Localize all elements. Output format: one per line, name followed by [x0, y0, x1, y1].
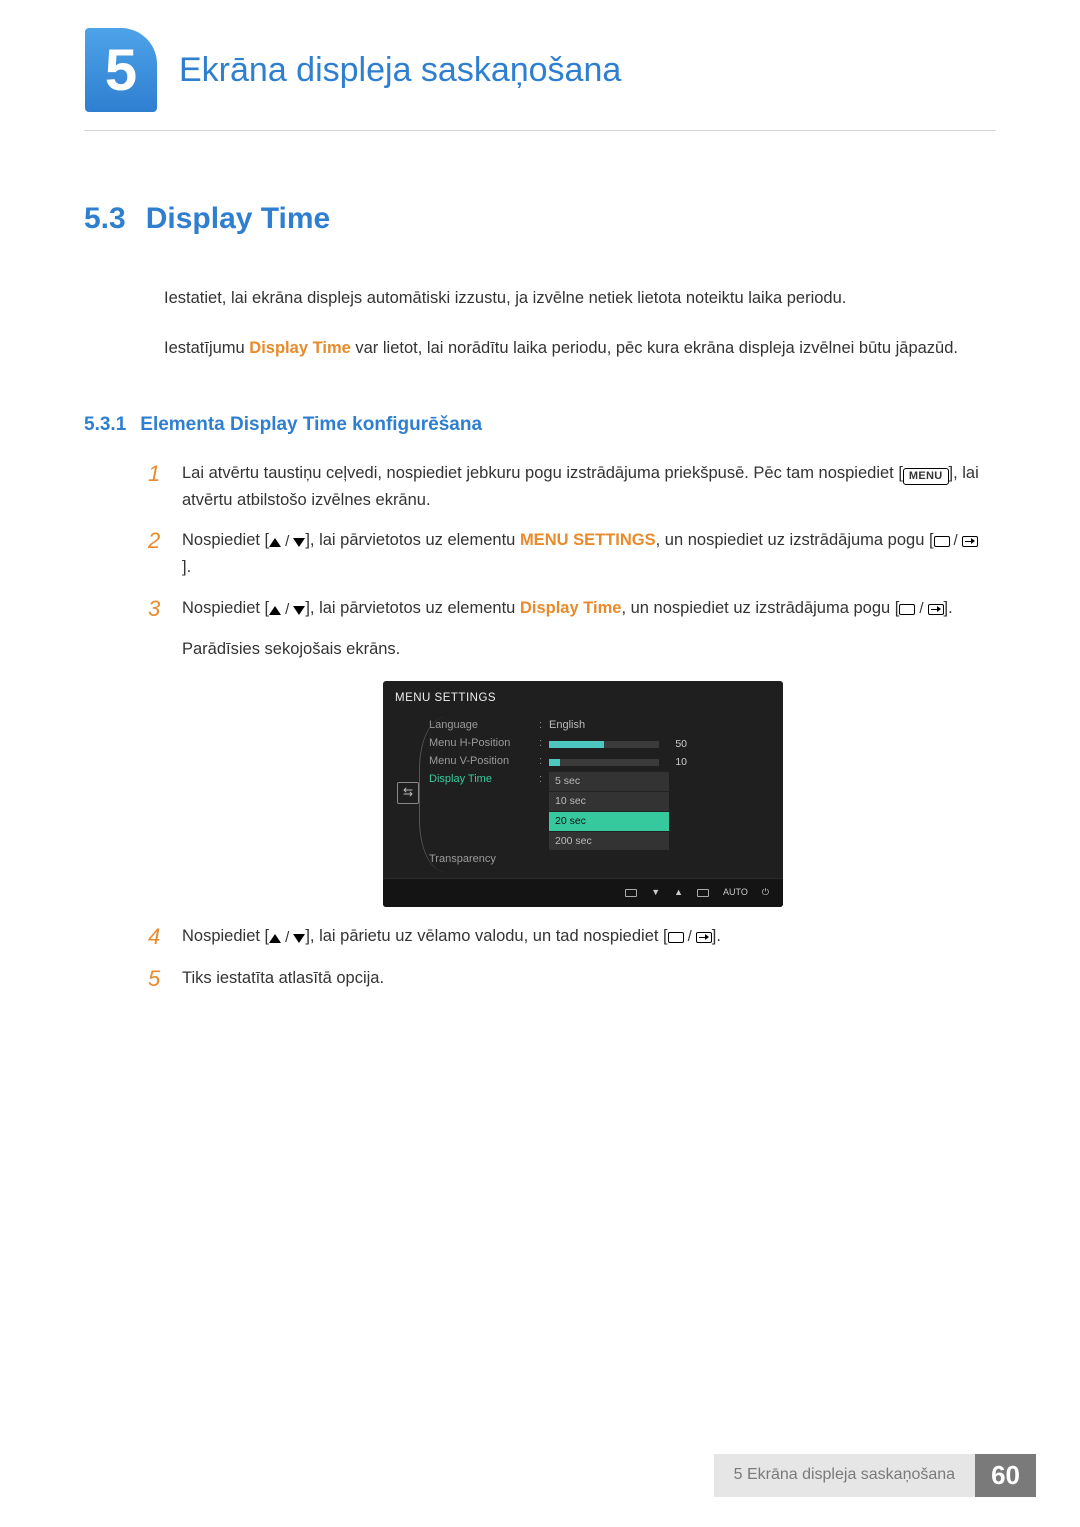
osd-slider-hpos — [549, 741, 659, 748]
osd-option-10sec: 10 sec — [549, 791, 669, 811]
step-4-text-a: Nospiediet [ — [182, 927, 269, 945]
page-header: 5 Ekrāna displeja saskaņošana — [0, 0, 1080, 112]
step-number-5: 5 — [148, 965, 182, 994]
step-2-text-d: ]. — [182, 558, 191, 576]
step-3: 3 Nospiediet [/], lai pārvietotos uz ele… — [148, 595, 984, 909]
osd-title: MENU SETTINGS — [383, 681, 783, 717]
osd-row-transparency: Transparency — [429, 850, 771, 868]
osd-footer-enter-icon — [697, 889, 709, 897]
osd-rows: Language : English Menu H-Position : 50 — [429, 717, 771, 868]
osd-screenshot: MENU SETTINGS ⇆ Language : English — [182, 681, 984, 907]
step-number-1: 1 — [148, 460, 182, 513]
osd-colon: : — [539, 717, 549, 735]
intro-paragraph-1: Iestatiet, lai ekrāna displejs automātis… — [164, 285, 984, 311]
step-1-text-a: Lai atvērtu taustiņu ceļvedi, nospiediet… — [182, 464, 903, 482]
step-5-body: Tiks iestatīta atlasītā opcija. — [182, 965, 984, 994]
osd-row-vpos: Menu V-Position : 10 — [429, 753, 771, 771]
osd-row-hpos: Menu H-Position : 50 — [429, 735, 771, 753]
step-4-text-c: ]. — [712, 927, 721, 945]
osd-panel: MENU SETTINGS ⇆ Language : English — [383, 681, 783, 907]
intro-p2-highlight: Display Time — [249, 339, 351, 357]
source-enter-icon: / — [899, 597, 943, 621]
osd-value-vpos: 10 — [665, 754, 687, 771]
page-footer: 5 Ekrāna displeja saskaņošana 60 — [714, 1454, 1036, 1497]
osd-colon: : — [539, 753, 549, 771]
subsection-title: 5.3.1 Elementa Display Time konfigurēšana — [84, 410, 984, 440]
up-down-arrows-icon: / — [269, 598, 305, 622]
osd-row-display-time: Display Time : 5 sec 10 sec 20 sec 200 s… — [429, 771, 771, 850]
intro-p2-a: Iestatījumu — [164, 339, 249, 357]
osd-label-vpos: Menu V-Position — [429, 753, 539, 771]
up-down-arrows-icon: / — [269, 530, 305, 554]
intro-p2-b: var lietot, lai norādītu laika periodu, … — [351, 339, 958, 357]
osd-option-20sec-selected: 20 sec — [549, 811, 669, 831]
settings-icon: ⇆ — [397, 782, 419, 804]
step-3-text-a: Nospiediet [ — [182, 599, 269, 617]
osd-label-language: Language — [429, 717, 539, 735]
osd-slider-vpos — [549, 759, 659, 766]
footer-chapter-label: 5 Ekrāna displeja saskaņošana — [714, 1454, 975, 1497]
osd-footer-up-icon: ▲ — [674, 885, 683, 899]
step-3-text-c: , un nospiediet uz izstrādājuma pogu [ — [621, 599, 899, 617]
subsection-number: 5.3.1 — [84, 414, 126, 435]
up-down-arrows-icon: / — [269, 926, 305, 950]
step-4-text-b: ], lai pārietu uz vēlamo valodu, un tad … — [305, 927, 667, 945]
osd-options-list: 5 sec 10 sec 20 sec 200 sec — [549, 771, 669, 850]
section-title: 5.3 Display Time — [84, 195, 984, 243]
osd-footer-down-icon: ▼ — [651, 885, 660, 899]
step-3-text-e: Parādīsies sekojošais ekrāns. — [182, 636, 984, 662]
osd-side-icon-col: ⇆ — [395, 717, 421, 868]
osd-value-hpos: 50 — [665, 736, 687, 753]
osd-footer-back-icon — [625, 889, 637, 897]
osd-colon: : — [539, 735, 549, 753]
step-2: 2 Nospiediet [/], lai pārvietotos uz ele… — [148, 527, 984, 581]
steps-list: 1 Lai atvērtu taustiņu ceļvedi, nospiedi… — [148, 460, 984, 994]
osd-footer: ▼ ▲ AUTO ⏻ — [383, 878, 783, 906]
step-2-text-c: , un nospiediet uz izstrādājuma pogu [ — [656, 531, 934, 549]
step-4: 4 Nospiediet [/], lai pārietu uz vēlamo … — [148, 923, 984, 952]
source-enter-icon: / — [934, 529, 978, 553]
intro-paragraph-2: Iestatījumu Display Time var lietot, lai… — [164, 335, 984, 361]
osd-colon: : — [539, 771, 549, 789]
subsection-name: Elementa Display Time konfigurēšana — [140, 414, 482, 435]
osd-row-language: Language : English — [429, 717, 771, 735]
step-2-body: Nospiediet [/], lai pārvietotos uz eleme… — [182, 527, 984, 581]
chapter-title: Ekrāna displeja saskaņošana — [179, 51, 621, 90]
osd-footer-power-icon: ⏻ — [762, 885, 769, 899]
menu-button-icon: MENU — [903, 468, 949, 485]
step-number-3: 3 — [148, 595, 182, 909]
step-3-body: Nospiediet [/], lai pārvietotos uz eleme… — [182, 595, 984, 909]
osd-option-200sec: 200 sec — [549, 831, 669, 851]
section-number: 5.3 — [84, 202, 126, 235]
osd-arc-decoration — [419, 717, 445, 872]
content-area: 5.3 Display Time Iestatiet, lai ekrāna di… — [0, 131, 1080, 994]
osd-label-hpos: Menu H-Position — [429, 735, 539, 753]
step-4-body: Nospiediet [/], lai pārietu uz vēlamo va… — [182, 923, 984, 952]
step-3-text-d: ]. — [944, 599, 953, 617]
step-2-text-b: ], lai pārvietotos uz elementu — [305, 531, 520, 549]
osd-value-language: English — [549, 717, 771, 735]
step-2-highlight: MENU SETTINGS — [520, 531, 656, 549]
step-1-body: Lai atvērtu taustiņu ceļvedi, nospiediet… — [182, 460, 984, 513]
chapter-number-badge: 5 — [85, 28, 157, 112]
osd-body: ⇆ Language : English Menu H-Position — [383, 717, 783, 878]
osd-label-display-time: Display Time — [429, 771, 539, 789]
osd-footer-auto: AUTO — [723, 885, 748, 899]
step-3-text-b: ], lai pārvietotos uz elementu — [305, 599, 520, 617]
osd-label-transparency: Transparency — [429, 851, 539, 869]
step-number-2: 2 — [148, 527, 182, 581]
footer-page-number: 60 — [975, 1454, 1036, 1497]
osd-option-5sec: 5 sec — [549, 771, 669, 791]
step-5: 5 Tiks iestatīta atlasītā opcija. — [148, 965, 984, 994]
step-3-highlight: Display Time — [520, 599, 622, 617]
source-enter-icon: / — [668, 925, 712, 949]
step-1: 1 Lai atvērtu taustiņu ceļvedi, nospiedi… — [148, 460, 984, 513]
step-number-4: 4 — [148, 923, 182, 952]
section-name: Display Time — [146, 202, 331, 235]
step-2-text-a: Nospiediet [ — [182, 531, 269, 549]
